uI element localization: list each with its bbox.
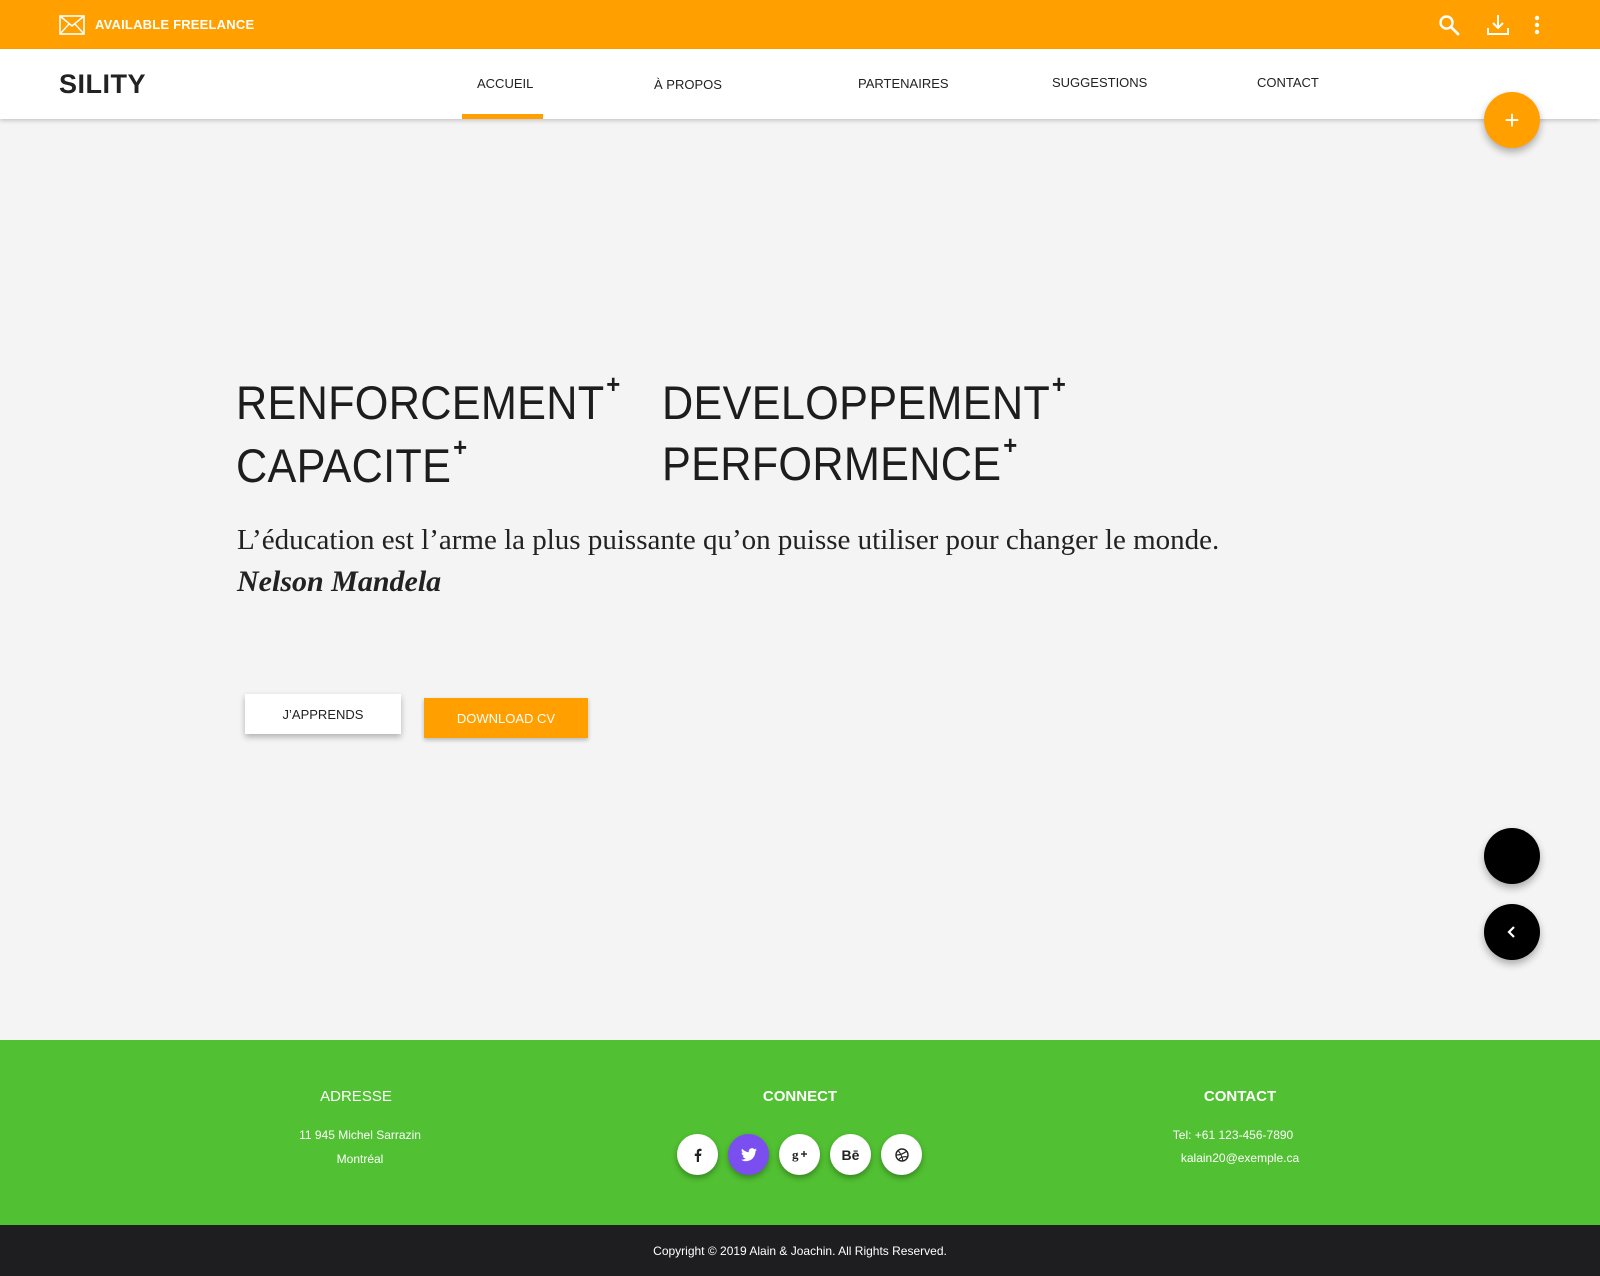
address-line-1: 11 945 Michel Sarrazin (299, 1128, 421, 1142)
main-navbar: SILITY ACCUEIL À PROPOS PARTENAIRES SUGG… (0, 49, 1600, 119)
brand-logo[interactable]: SILITY (59, 69, 146, 100)
hero-quote: L’éducation est l’arme la plus puissante… (237, 524, 1220, 556)
svg-text:g: g (792, 1148, 799, 1162)
google-plus-icon[interactable]: g (779, 1134, 820, 1175)
nav-link-suggestions[interactable]: SUGGESTIONS (1052, 75, 1147, 90)
nav-link-accueil[interactable]: ACCUEIL (477, 76, 533, 91)
footer-address-title: ADRESSE (320, 1088, 392, 1105)
footer-connect-title: CONNECT (762, 1088, 838, 1105)
plus-icon: + (1504, 105, 1520, 135)
download-cv-button[interactable]: DOWNLOAD CV (424, 698, 588, 738)
copyright-bar: Copyright © 2019 Alain & Joachin. All Ri… (0, 1225, 1600, 1276)
facebook-icon[interactable] (677, 1134, 718, 1175)
back-fab-button[interactable] (1484, 904, 1540, 960)
address-line-2: Montréal (336, 1152, 384, 1166)
j-apprends-button[interactable]: J’APPRENDS (245, 694, 401, 734)
hero-word-capacite: CAPACITE+ (236, 432, 468, 492)
quote-author: Nelson Mandela (237, 565, 442, 598)
nav-link-contact[interactable]: CONTACT (1257, 75, 1319, 90)
contact-email[interactable]: kalain20@exemple.ca (1140, 1151, 1340, 1165)
dribbble-icon[interactable] (881, 1134, 922, 1175)
copyright-text: Copyright © 2019 Alain & Joachin. All Ri… (653, 1243, 947, 1258)
more-vert-icon[interactable] (1525, 13, 1549, 37)
search-icon[interactable] (1437, 13, 1461, 37)
mail-icon (59, 15, 85, 35)
chevron-left-icon (1507, 926, 1515, 938)
nav-link-partenaires[interactable]: PARTENAIRES (858, 76, 949, 91)
add-fab-button[interactable]: + (1484, 92, 1540, 148)
hero-word-renforcement: RENFORCEMENT+ (236, 369, 621, 429)
top-bar: AVAILABLE FREELANCE (0, 0, 1600, 49)
nav-link-a-propos[interactable]: À PROPOS (654, 77, 722, 92)
download-icon[interactable] (1486, 13, 1510, 37)
footer-contact-title: CONTACT (1203, 1088, 1277, 1105)
black-fab-button[interactable] (1484, 828, 1540, 884)
hero-word-developpement: DEVELOPPEMENT+ (662, 369, 1067, 429)
available-freelance-label: AVAILABLE FREELANCE (95, 17, 255, 32)
contact-phone: Tel: +61 123-456-7890 (1172, 1128, 1294, 1142)
twitter-icon[interactable] (728, 1134, 769, 1175)
hero-word-performence: PERFORMENCE+ (662, 430, 1018, 490)
active-tab-indicator (462, 114, 543, 119)
behance-icon[interactable]: Bē (830, 1134, 871, 1175)
footer: ADRESSE 11 945 Michel Sarrazin Montréal … (0, 1040, 1600, 1225)
